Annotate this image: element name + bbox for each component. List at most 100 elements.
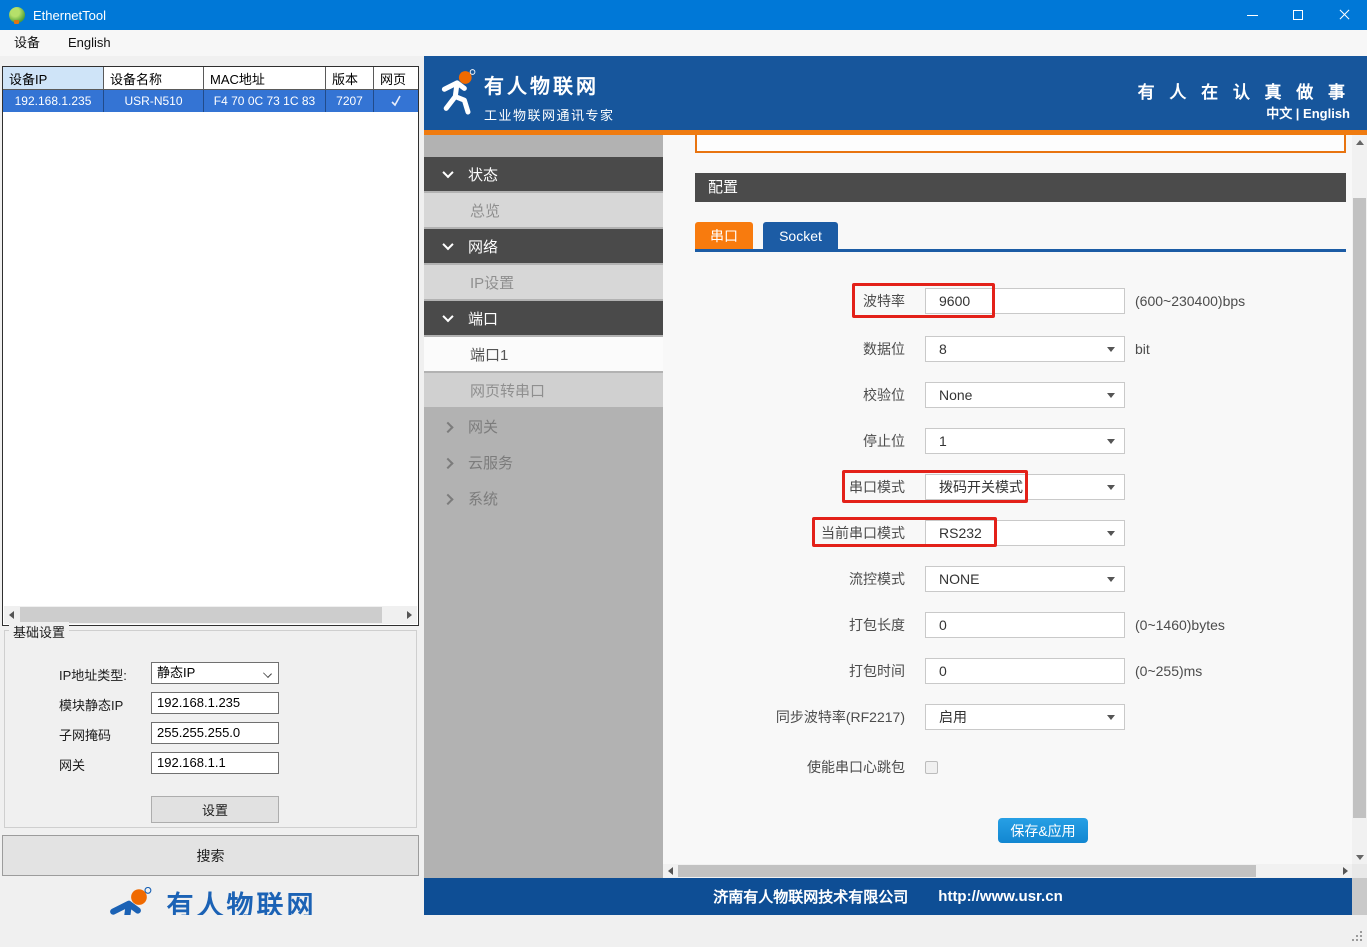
data-bits-select[interactable]: 8 — [925, 336, 1125, 362]
sync-baud-select[interactable]: 启用 — [925, 704, 1125, 730]
current-mode-select[interactable]: RS232 — [925, 520, 1125, 546]
web-vscrollbar[interactable] — [1352, 135, 1367, 864]
serial-mode-select[interactable]: 拨码开关模式 — [925, 474, 1125, 500]
sync-baud-value: 启用 — [939, 709, 967, 725]
stop-bits-value: 1 — [939, 433, 947, 449]
close-button[interactable] — [1321, 0, 1367, 30]
menu-device[interactable]: 设备 — [0, 30, 54, 56]
heartbeat-row: 使能串口心跳包 — [663, 754, 1352, 780]
set-button[interactable]: 设置 — [151, 796, 279, 823]
column-device-name[interactable]: 设备名称 — [104, 67, 204, 89]
search-button[interactable]: 搜索 — [2, 835, 419, 876]
scroll-right-icon[interactable] — [402, 606, 417, 624]
cell-webpage — [374, 90, 418, 112]
sidebar-item-status[interactable]: 状态 — [424, 157, 663, 191]
chevron-down-icon — [263, 669, 272, 678]
stop-bits-row: 停止位 1 — [663, 428, 1352, 454]
sidebar-item-gateway[interactable]: 网关 — [424, 409, 663, 443]
footer-url[interactable]: http://www.usr.cn — [938, 888, 1062, 905]
scrollbar-thumb[interactable] — [20, 607, 382, 623]
tab-underline — [695, 249, 1346, 252]
scrollbar-thumb[interactable] — [678, 865, 1256, 877]
web-header: 有人物联网 工业物联网通讯专家 有 人 在 认 真 做 事 中文 | Engli… — [424, 56, 1367, 130]
sidebar-item-cloud[interactable]: 云服务 — [424, 445, 663, 479]
chevron-right-icon — [442, 422, 453, 433]
sidebar-item-label: 端口1 — [470, 344, 508, 365]
static-ip-label: 模块静态IP — [59, 695, 123, 714]
pack-length-input[interactable]: 0 — [925, 612, 1125, 638]
heartbeat-checkbox[interactable] — [925, 761, 938, 774]
sidebar-item-port1[interactable]: 端口1 — [424, 337, 663, 371]
chevron-down-icon — [442, 167, 453, 178]
resize-grip[interactable] — [1351, 930, 1363, 942]
scroll-left-icon[interactable] — [663, 864, 677, 878]
window-controls — [1229, 0, 1367, 30]
device-panel: 设备IP 设备名称 MAC地址 版本 网页 192.168.1.235 USR-… — [0, 56, 424, 947]
tab-serial[interactable]: 串口 — [695, 222, 753, 249]
column-version[interactable]: 版本 — [326, 67, 374, 89]
dropdown-arrow-icon — [1107, 531, 1115, 536]
column-webpage[interactable]: 网页 — [374, 67, 418, 89]
parity-select[interactable]: None — [925, 382, 1125, 408]
baud-rate-input[interactable]: 9600 — [925, 288, 1125, 314]
sidebar-item-port[interactable]: 端口 — [424, 301, 663, 335]
subnet-row: 子网掩码 255.255.255.0 — [5, 722, 416, 744]
menu-english[interactable]: English — [54, 30, 125, 56]
stop-bits-select[interactable]: 1 — [925, 428, 1125, 454]
sidebar-item-network[interactable]: 网络 — [424, 229, 663, 263]
save-apply-button[interactable]: 保存&应用 — [998, 818, 1088, 843]
subnet-field[interactable]: 255.255.255.0 — [151, 722, 279, 744]
sidebar-item-overview[interactable]: 总览 — [424, 193, 663, 227]
static-ip-row: 模块静态IP 192.168.1.235 — [5, 692, 416, 714]
maximize-button[interactable] — [1275, 0, 1321, 30]
sidebar-item-web-to-serial[interactable]: 网页转串口 — [424, 373, 663, 407]
basic-settings-title: 基础设置 — [9, 622, 69, 641]
ip-type-select[interactable]: 静态IP — [151, 662, 279, 684]
minimize-icon — [1247, 15, 1258, 16]
sidebar-item-label: 系统 — [468, 488, 498, 509]
dropdown-arrow-icon — [1107, 439, 1115, 444]
language-switch[interactable]: 中文 | English — [1266, 103, 1350, 122]
baud-rate-row: 波特率 9600 (600~230400)bps — [663, 288, 1352, 314]
minimize-button[interactable] — [1229, 0, 1275, 30]
column-mac[interactable]: MAC地址 — [204, 67, 326, 89]
clipped-top-panel — [695, 135, 1346, 153]
column-device-ip[interactable]: 设备IP — [3, 67, 104, 89]
pack-length-row: 打包长度 0 (0~1460)bytes — [663, 612, 1352, 638]
flow-control-select[interactable]: NONE — [925, 566, 1125, 592]
ip-type-value: 静态IP — [157, 665, 195, 680]
open-webpage-icon[interactable] — [389, 95, 403, 107]
dropdown-arrow-icon — [1107, 485, 1115, 490]
parity-label: 校验位 — [663, 385, 905, 405]
current-mode-label: 当前串口模式 — [663, 523, 905, 543]
scrollbar-thumb[interactable] — [1353, 198, 1366, 818]
dropdown-arrow-icon — [1107, 347, 1115, 352]
parity-row: 校验位 None — [663, 382, 1352, 408]
web-sidebar: 状态 总览 网络 IP设置 端口 端口1 网页转串口 网关 云服务 — [424, 135, 663, 878]
sync-baud-label: 同步波特率(RF2217) — [663, 707, 905, 727]
serial-mode-label: 串口模式 — [663, 477, 905, 497]
current-mode-value: RS232 — [939, 525, 982, 541]
table-row[interactable]: 192.168.1.235 USR-N510 F4 70 0C 73 1C 83… — [3, 90, 418, 112]
scroll-up-icon[interactable] — [1352, 135, 1367, 149]
basic-settings-group: 基础设置 IP地址类型: 静态IP 模块静态IP 192.168.1.235 子… — [4, 630, 417, 828]
scroll-right-icon[interactable] — [1338, 864, 1352, 878]
scroll-down-icon[interactable] — [1352, 850, 1367, 864]
tab-socket[interactable]: Socket — [763, 222, 838, 249]
sidebar-item-label: 云服务 — [468, 452, 513, 473]
sidebar-item-ip-settings[interactable]: IP设置 — [424, 265, 663, 299]
pack-time-input[interactable]: 0 — [925, 658, 1125, 684]
gateway-field[interactable]: 192.168.1.1 — [151, 752, 279, 774]
static-ip-field[interactable]: 192.168.1.235 — [151, 692, 279, 714]
sidebar-item-label: 端口 — [468, 308, 498, 329]
window-bottom-strip — [0, 915, 1367, 947]
section-title: 配置 — [695, 173, 1346, 202]
device-webpage: 有人物联网 工业物联网通讯专家 有 人 在 认 真 做 事 中文 | Engli… — [424, 56, 1367, 915]
ip-type-label: IP地址类型: — [59, 665, 127, 684]
sync-baud-row: 同步波特率(RF2217) 启用 — [663, 704, 1352, 730]
sidebar-item-system[interactable]: 系统 — [424, 481, 663, 515]
pack-length-hint: (0~1460)bytes — [1135, 617, 1225, 633]
window-title: EthernetTool — [33, 8, 106, 23]
baud-rate-label: 波特率 — [663, 291, 905, 311]
web-hscrollbar[interactable] — [663, 864, 1352, 878]
